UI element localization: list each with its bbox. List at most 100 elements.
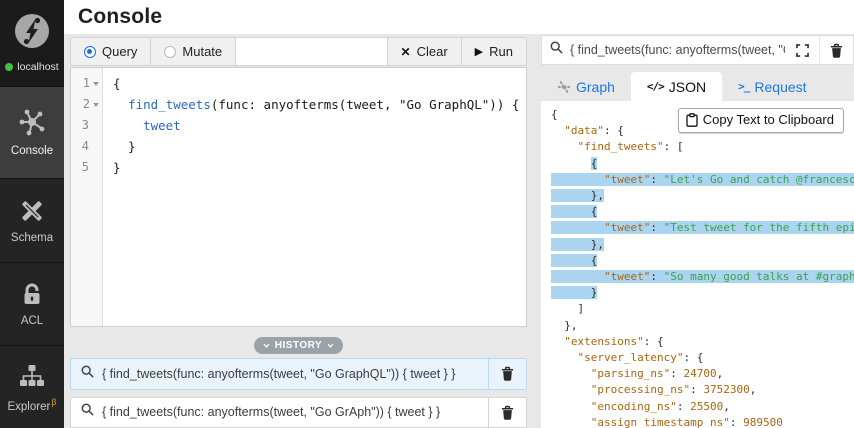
query-toolbar: Query Mutate ✕ Clear ▶ Run bbox=[70, 37, 527, 67]
radio-unchecked-icon bbox=[164, 45, 177, 58]
fullscreen-button[interactable] bbox=[785, 36, 819, 64]
clipboard-icon bbox=[686, 113, 698, 127]
trash-icon bbox=[830, 43, 843, 58]
code-line: "processing_ns": 3752300, bbox=[590, 383, 757, 397]
clear-label: Clear bbox=[416, 44, 448, 60]
code-line: } bbox=[113, 139, 136, 155]
sidebar: localhost Console Schema ACL Explorerβ bbox=[0, 0, 64, 428]
chevron-down-icon bbox=[263, 343, 270, 348]
chevron-down-icon bbox=[327, 343, 334, 348]
gutter-line-number[interactable]: 2 bbox=[71, 94, 102, 115]
code-line: }, bbox=[551, 237, 604, 251]
code-line: "tweet": "Let's Go and catch @francesc bbox=[551, 172, 854, 188]
radio-checked-icon bbox=[84, 45, 96, 58]
tab-request-label: Request bbox=[754, 78, 807, 95]
history-item[interactable]: { find_tweets(func: anyofterms(tweet, "G… bbox=[70, 358, 527, 390]
lock-icon bbox=[19, 282, 45, 308]
editor-gutter: 12 3 4 5 bbox=[71, 68, 103, 327]
gutter-line-number: 3 bbox=[81, 118, 89, 133]
result-tabs: Graph </> JSON >_ Request bbox=[541, 72, 854, 101]
code-line: find_tweets(func: anyofterms(tweet, "Go … bbox=[128, 97, 520, 113]
sidebar-item-label: Explorerβ bbox=[7, 396, 57, 413]
query-column: Query Mutate ✕ Clear ▶ Run 1 2 3 4 5 {f… bbox=[64, 34, 527, 428]
run-label: Run bbox=[489, 44, 513, 60]
code-line: "extensions": { bbox=[564, 334, 664, 348]
search-icon bbox=[81, 403, 94, 421]
query-editor[interactable]: 12 3 4 5 { find_tweets(func: anyofterms(twe… bbox=[70, 67, 527, 328]
dgraph-logo[interactable] bbox=[13, 12, 51, 55]
code-line: { bbox=[551, 253, 598, 267]
search-icon bbox=[81, 365, 94, 383]
play-icon: ▶ bbox=[474, 46, 484, 59]
expand-icon bbox=[795, 43, 809, 57]
tab-request[interactable]: >_ Request bbox=[722, 72, 822, 101]
code-line: "tweet": "Test tweet for the fifth epis bbox=[551, 220, 854, 236]
sidebar-item-console[interactable]: Console bbox=[0, 86, 64, 178]
results-column: { find_tweets(func: anyofterms(tweet, " G… bbox=[541, 34, 854, 428]
history-toggle-label: HISTORY bbox=[274, 340, 323, 352]
code-line: { bbox=[113, 76, 121, 92]
sidebar-item-label: ACL bbox=[20, 314, 44, 327]
code-line: "tweet": "So many good talks at #grapho bbox=[551, 269, 854, 285]
tab-graph[interactable]: Graph bbox=[541, 72, 631, 101]
history-bar: HISTORY bbox=[70, 337, 527, 355]
clear-x-icon: ✕ bbox=[400, 44, 411, 59]
fold-arrow-icon bbox=[93, 102, 99, 107]
tab-json-label: JSON bbox=[668, 78, 707, 95]
code-line: "server_latency": { bbox=[577, 351, 704, 365]
tab-graph-label: Graph bbox=[576, 78, 615, 95]
clear-result-button[interactable] bbox=[819, 36, 853, 64]
sidebar-logo-section: localhost bbox=[0, 0, 64, 86]
code-line: } bbox=[113, 160, 121, 176]
copy-to-clipboard-button[interactable]: Copy Text to Clipboard bbox=[677, 108, 844, 134]
trash-icon bbox=[501, 366, 514, 381]
sidebar-item-explorer[interactable]: Explorerβ bbox=[0, 345, 64, 428]
sidebar-item-schema[interactable]: Schema bbox=[0, 178, 64, 262]
json-lines: { "data": { "find_tweets": [ { "tweet": … bbox=[551, 107, 854, 428]
graph-tab-icon bbox=[557, 80, 571, 93]
beta-badge: β bbox=[51, 396, 57, 407]
code-line: "parsing_ns": 24700, bbox=[590, 367, 724, 381]
ratel-console-app: localhost Console Schema ACL Explorerβ C… bbox=[0, 0, 854, 428]
tab-json[interactable]: </> JSON bbox=[630, 72, 723, 101]
code-line: } bbox=[551, 286, 598, 300]
history-query-text: { find_tweets(func: anyofterms(tweet, "G… bbox=[102, 405, 441, 420]
main-area: Console Query Mutate ✕ Clear ▶ Run 1 2 3… bbox=[64, 0, 854, 428]
sidebar-item-label: Schema bbox=[10, 232, 54, 244]
editor-code[interactable]: { find_tweets(func: anyofterms(tweet, "G… bbox=[103, 68, 526, 326]
delete-history-button[interactable] bbox=[488, 397, 526, 427]
content-area: Query Mutate ✕ Clear ▶ Run 1 2 3 4 5 {f… bbox=[64, 34, 854, 428]
gutter-line-number: 5 bbox=[81, 160, 89, 175]
schema-tools-icon bbox=[18, 197, 46, 225]
mutate-mode-label: Mutate bbox=[182, 44, 223, 60]
code-line: { bbox=[551, 205, 598, 219]
mutate-mode-radio[interactable]: Mutate bbox=[151, 37, 237, 67]
query-mode-radio[interactable]: Query bbox=[70, 37, 152, 67]
sidebar-item-label: Console bbox=[10, 145, 54, 157]
code-tag-icon: </> bbox=[646, 80, 665, 93]
page-header: Console bbox=[64, 0, 854, 34]
clear-button[interactable]: ✕ Clear bbox=[386, 37, 461, 67]
sitemap-icon bbox=[18, 362, 46, 390]
terminal-prompt-icon: >_ bbox=[738, 80, 750, 93]
run-button[interactable]: ▶ Run bbox=[460, 37, 527, 67]
query-mode-label: Query bbox=[102, 44, 138, 60]
sidebar-item-acl[interactable]: ACL bbox=[0, 262, 64, 345]
code-line: tweet bbox=[143, 118, 181, 134]
gutter-line-number[interactable]: 1 bbox=[71, 73, 102, 94]
gutter-line-number: 4 bbox=[81, 139, 89, 154]
code-line: { bbox=[590, 156, 598, 170]
code-line: }, bbox=[551, 318, 578, 332]
toolbar-spacer bbox=[236, 37, 387, 67]
search-icon bbox=[550, 41, 563, 59]
code-line: "encoding_ns": 25500, bbox=[590, 399, 730, 413]
result-query-bar[interactable]: { find_tweets(func: anyofterms(tweet, "G… bbox=[541, 35, 854, 65]
trash-icon bbox=[501, 405, 514, 420]
json-result-panel[interactable]: { "data": { "find_tweets": [ { "tweet": … bbox=[541, 101, 854, 428]
history-toggle-button[interactable]: HISTORY bbox=[253, 337, 344, 355]
delete-history-button[interactable] bbox=[488, 359, 526, 389]
fold-arrow-icon bbox=[93, 81, 99, 86]
connection-status[interactable]: localhost bbox=[5, 61, 59, 73]
code-line: "find_tweets": [ bbox=[577, 140, 684, 154]
history-item[interactable]: { find_tweets(func: anyofterms(tweet, "G… bbox=[70, 396, 527, 428]
